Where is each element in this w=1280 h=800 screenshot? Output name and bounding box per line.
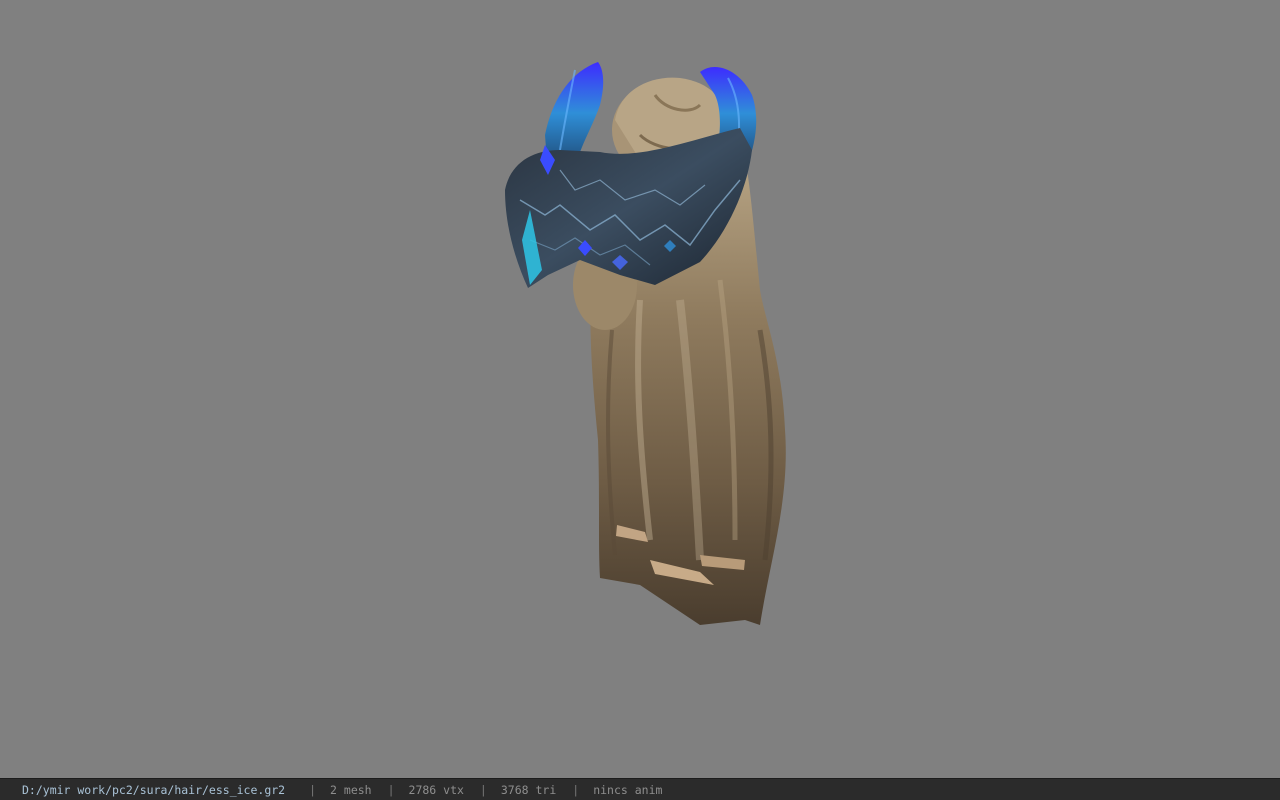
animation-status: nincs anim — [593, 782, 663, 797]
hair-model — [505, 62, 786, 625]
file-path: D:/ymir work/pc2/sura/hair/ess_ice.gr2 — [22, 782, 286, 797]
separator: | — [387, 782, 395, 797]
vertex-count: 2786 vtx — [408, 782, 464, 797]
triangle-count: 3768 tri — [500, 782, 557, 797]
separator: | — [479, 782, 487, 797]
3d-viewport[interactable] — [0, 0, 1280, 778]
separator: | — [309, 782, 317, 797]
separator: | — [572, 782, 580, 797]
status-bar: D:/ymir work/pc2/sura/hair/ess_ice.gr2 |… — [0, 778, 1280, 800]
mesh-count: 2 mesh — [330, 782, 372, 797]
